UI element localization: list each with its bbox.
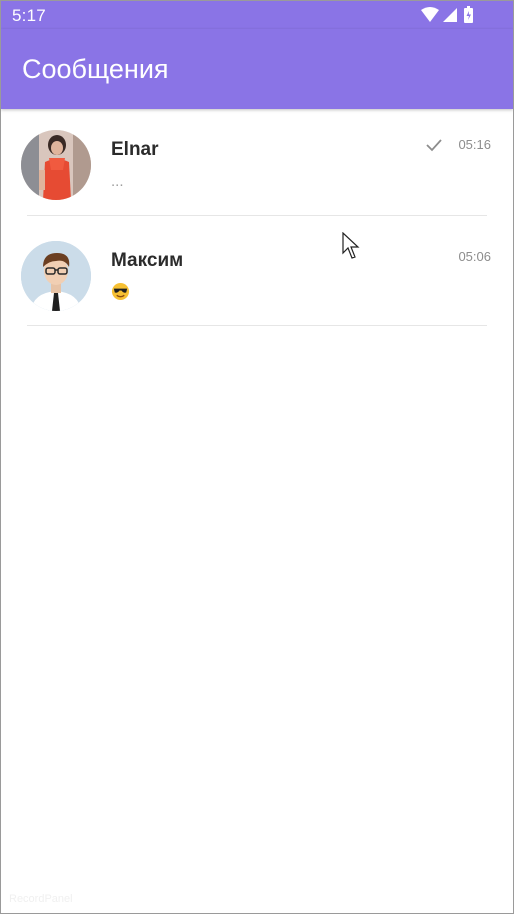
status-time: 5:17 bbox=[12, 6, 46, 25]
sunglasses-emoji-icon bbox=[111, 282, 130, 301]
mouse-cursor-icon bbox=[342, 232, 360, 259]
check-icon bbox=[426, 139, 442, 152]
list-divider bbox=[27, 325, 487, 326]
page-title: Сообщения bbox=[22, 54, 169, 84]
message-time: 05:16 bbox=[458, 137, 491, 152]
app-frame: 5:17 Сообщения Elnar ... 05:16 Максим 05… bbox=[0, 0, 514, 914]
status-icons bbox=[421, 6, 473, 23]
list-divider bbox=[27, 215, 487, 216]
contact-name: Elnar bbox=[111, 139, 159, 160]
message-time: 05:06 bbox=[458, 249, 491, 264]
conversation-item-elnar[interactable]: Elnar ... 05:16 bbox=[1, 109, 513, 219]
message-preview: ... bbox=[111, 173, 124, 190]
contact-name: Максим bbox=[111, 250, 184, 271]
app-bar: Сообщения bbox=[1, 29, 513, 109]
wifi-icon bbox=[421, 7, 439, 22]
watermark: RecordPanel bbox=[9, 893, 73, 905]
avatar bbox=[21, 241, 91, 311]
conversation-item-maksim[interactable]: Максим 05:06 bbox=[1, 220, 513, 330]
status-bar: 5:17 bbox=[1, 1, 513, 29]
avatar bbox=[21, 130, 91, 200]
signal-icon bbox=[443, 8, 457, 22]
